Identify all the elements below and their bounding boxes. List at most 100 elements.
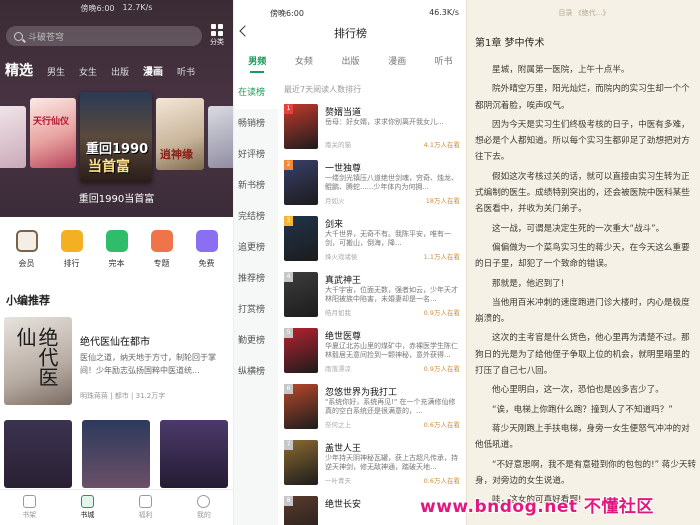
rank-menu-item[interactable]: 在读榜: [234, 78, 278, 109]
book-row: [4, 420, 230, 488]
reader-count: 0.9万人在看: [423, 309, 460, 317]
channel-tab[interactable]: 男生: [47, 65, 65, 78]
cover-text: 天行仙仪: [33, 117, 70, 127]
rank-badge: 6: [284, 384, 293, 394]
tab-label: 书城: [80, 511, 95, 519]
cover-image[interactable]: 逍神缘: [156, 98, 204, 170]
chapter-paragraph: 这一战，可谓是决定生死的一次重大“战斗”。: [492, 223, 665, 234]
rank-item[interactable]: 2 一世独尊 一缕剑光镇压八道绝世剑魂，穷奇、烛龙、鲲鹏、腾蛇......少年体内为…: [284, 158, 462, 214]
book-author: 一叶青天: [325, 477, 351, 485]
channel-tab[interactable]: 出版: [111, 65, 129, 78]
rank-item[interactable]: 5 绝世医尊 华夏辽北苏山里的煤矿中，赤裸医学生陈仁林毅居无意间捡到一颗神秘，意外获…: [284, 326, 462, 382]
quick-entries: 会员 排行 完本 专题 免费: [0, 222, 233, 282]
home-icon: [80, 495, 94, 508]
tab-bookstore[interactable]: 书城: [67, 490, 107, 525]
cover-image[interactable]: 天行仙仪: [30, 98, 76, 168]
book-desc: 少年持天阴神秘瓦罐，获上古超凡传承，持逆天神剑，修无敌神通，踏破天地...: [325, 454, 458, 471]
quick-entry-ranking[interactable]: 排行: [52, 222, 92, 282]
tab-female[interactable]: 女频: [295, 54, 313, 67]
category-button[interactable]: 分类: [205, 24, 229, 48]
channel-tab[interactable]: 精选: [5, 60, 33, 80]
tab-male[interactable]: 男频: [248, 54, 266, 73]
tab-label: 福利: [138, 511, 153, 519]
chapter-paragraph: 这次的主考官是什么货色，他心里再为清楚不过。那狗日的光是为了给他侄子争取上位的机…: [475, 333, 690, 377]
rank-menu-item[interactable]: 新书榜: [234, 171, 278, 202]
rank-badge: 4: [284, 272, 293, 282]
book-title: 绝世医尊: [325, 332, 362, 342]
rank-badge: 3: [284, 216, 293, 226]
book-title: 盖世人王: [325, 444, 362, 454]
quick-entry-topic[interactable]: 专题: [142, 222, 182, 282]
cover-image[interactable]: 重回1990 当首富: [80, 92, 152, 182]
rank-item[interactable]: 7 盖世人王 少年持天阴神秘瓦罐，获上古超凡传承，持逆天神剑，修无敌神通，踏破天地.…: [284, 438, 462, 494]
rank-menu-item[interactable]: 推荐榜: [234, 264, 278, 295]
book-author: 烽火戏诸侯: [325, 253, 358, 261]
cover-text: 当首富: [88, 159, 130, 175]
reader-count: 0.6万人在看: [423, 421, 460, 429]
book-title: 绝代医仙在都市: [80, 337, 150, 348]
quick-entry-free[interactable]: 免费: [187, 222, 227, 282]
book-title: 真武神王: [325, 276, 362, 286]
book-author: 雨落漂凉: [325, 365, 351, 373]
reader-count: 18万人在看: [425, 197, 460, 205]
rank-item[interactable]: 3 剑来 大千世界，无奇不有。我陈平安，唯有一剑，可搬山，倒海，降... 烽火戏诸侯 1…: [284, 214, 462, 270]
rank-item[interactable]: 1 赘婿当道 岳母：好女婿，求求你别离开我女儿... 南关的猫 4.1万人在看: [284, 102, 462, 158]
category-label: 分类: [210, 38, 224, 46]
channel-tab[interactable]: 女生: [79, 65, 97, 78]
cover-image[interactable]: [82, 420, 150, 488]
rank-menu-item[interactable]: 完结榜: [234, 202, 278, 233]
tab-comic[interactable]: 漫画: [388, 54, 406, 67]
channel-tab[interactable]: 听书: [177, 65, 195, 78]
cover-image[interactable]: [4, 420, 72, 488]
rank-item[interactable]: 4 真武神王 大千宇宙，位面无数，强者如云，少年天才林阳被族中陷害，未婚妻却是一名.…: [284, 270, 462, 326]
reader-count: 0.6万人在看: [423, 477, 460, 485]
search-placeholder: 斗破苍穹: [28, 32, 65, 43]
gift-icon: [139, 495, 153, 508]
quick-label: 免费: [198, 259, 215, 268]
rank-side-menu: 在读榜 畅销榜 好评榜 新书榜 完结榜 追更榜 推荐榜 打赏榜 勤更榜 纵横榜: [234, 78, 278, 525]
recommend-card[interactable]: 绝代医仙 绝代医仙在都市 医仙之道，纳天地于方寸，制轮回于掌间！少年励志弘扬国粹…: [4, 317, 230, 409]
cover-image[interactable]: [160, 420, 228, 488]
tab-audio[interactable]: 听书: [435, 54, 453, 67]
breadcrumb[interactable]: 目录 《绝代...》: [467, 8, 700, 18]
book-title: 忽悠世界为我打工: [325, 388, 398, 398]
tab-publish[interactable]: 出版: [341, 54, 359, 67]
back-icon[interactable]: [239, 25, 251, 37]
rank-item[interactable]: 6 忽悠世界为我打工 "系统你好，系统再见!" 在一个充满修仙修真的空白系统还是很满…: [284, 382, 462, 438]
chapter-paragraph: 因为今天是实习生们终极考核的日子，中医有多难，想必是个人都知道。所以每个实习生都…: [475, 119, 690, 163]
page-title: 排行榜: [334, 27, 367, 40]
chapter-paragraph: “诶，电梯上你跑什么跑？撞到人了不知道吗？”: [492, 404, 673, 415]
chapter-paragraph: 院外晴空万里，阳光灿烂，而院内的实习生却一个个都阴沉着脸，唉声叹气。: [475, 84, 690, 111]
rank-menu-item[interactable]: 追更榜: [234, 233, 278, 264]
quick-label: 专题: [153, 259, 170, 268]
cover-image[interactable]: [208, 106, 233, 168]
quick-entry-member[interactable]: 会员: [7, 222, 47, 282]
book-desc: 大千宇宙，位面无数，强者如云，少年天才林阳被族中陷害，未婚妻却是一名...: [325, 286, 458, 303]
quick-entry-finished[interactable]: 完本: [97, 222, 137, 282]
reader-count: 0.9万人在看: [423, 365, 460, 373]
book-author: 奈何之上: [325, 421, 351, 429]
tab-profile[interactable]: 我的: [184, 490, 224, 525]
tab-bookshelf[interactable]: 书架: [9, 490, 49, 525]
banner-carousel[interactable]: 天行仙仪 重回1990 当首富 逍神缘: [0, 92, 233, 184]
rank-menu-item[interactable]: 纵横榜: [234, 357, 278, 388]
rank-badge: 2: [284, 160, 293, 170]
cover-image[interactable]: [0, 106, 26, 168]
section-title: 小编推荐: [6, 294, 50, 307]
rank-menu-item[interactable]: 好评榜: [234, 140, 278, 171]
reader-count: 1.1万人在看: [423, 253, 460, 261]
search-input[interactable]: 斗破苍穹: [6, 26, 202, 46]
book-title: 剑来: [325, 220, 344, 230]
grid-icon: [211, 24, 223, 36]
status-speed: 12.7K/s: [122, 3, 153, 12]
rank-menu-item[interactable]: 打赏榜: [234, 295, 278, 326]
chapter-paragraph: 他心里明白，这一次，恐怕也是凶多吉少了。: [492, 385, 664, 396]
chapter-paragraph: 当他用百米冲刺的速度跑进门诊大楼时，内心是极度崩溃的。: [475, 297, 690, 325]
channel-tab[interactable]: 漫画: [143, 63, 163, 78]
rank-menu-item[interactable]: 畅销榜: [234, 109, 278, 140]
chapter-body[interactable]: 星城，附属第一医院，上午十点半。 院外晴空万里，阳光灿烂，而院内的实习生却一个个都…: [475, 62, 697, 511]
tab-welfare[interactable]: 福利: [126, 490, 166, 525]
rank-list: 1 赘婿当道 岳母：好女婿，求求你别离开我女儿... 南关的猫 4.1万人在看 2 一世独尊…: [284, 102, 462, 525]
rank-menu-item[interactable]: 勤更榜: [234, 326, 278, 357]
rank-badge: 7: [284, 440, 293, 450]
